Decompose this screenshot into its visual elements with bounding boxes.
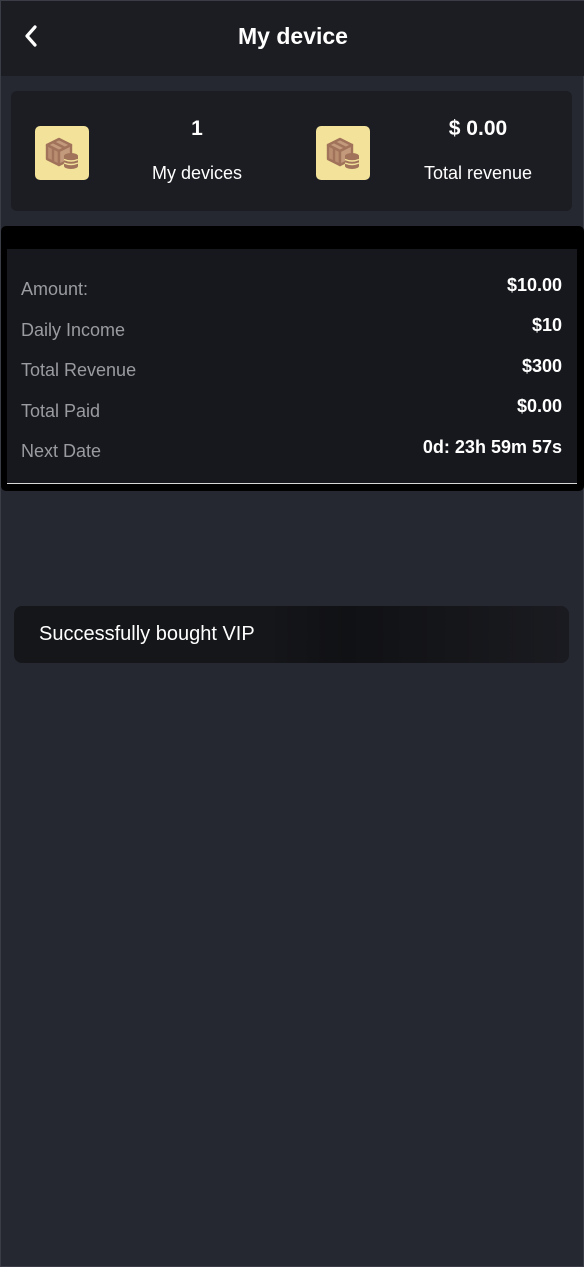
- amount-label: Amount:: [21, 279, 89, 299]
- total-revenue-value: $ 0.00: [448, 117, 508, 140]
- success-toast: Successfully bought VIP: [14, 606, 569, 663]
- page-title: My device: [238, 23, 348, 49]
- daily-income-label: Daily Income: [21, 320, 126, 340]
- top-bar: My device: [1, 1, 584, 76]
- device-detail-list: Amount: $10.00 Daily Income $10 Total Re…: [7, 249, 577, 484]
- total-revenue-row-value: $300: [521, 356, 562, 376]
- next-date-countdown: 0d: 23h 59m 57s: [422, 437, 562, 457]
- total-paid-value: $0.00: [516, 396, 562, 416]
- device-coins-icon: [316, 126, 370, 180]
- next-date-label: Next Date: [21, 441, 102, 461]
- total-revenue-label: Total revenue: [423, 163, 533, 183]
- total-revenue-row-label: Total Revenue: [21, 360, 137, 380]
- my-devices-label: My devices: [151, 163, 243, 183]
- amount-value: $10.00: [506, 275, 562, 295]
- toast-message: Successfully bought VIP: [39, 623, 255, 645]
- device-detail-card: Amount: $10.00 Daily Income $10 Total Re…: [1, 226, 584, 491]
- my-device-page: My device 1 My devices $ 0.00 Total reve…: [0, 0, 584, 1267]
- stats-card: 1 My devices $ 0.00 Total revenue: [11, 91, 572, 211]
- device-coins-icon: [35, 126, 89, 180]
- total-paid-label: Total Paid: [21, 401, 101, 421]
- my-devices-count: 1: [191, 117, 203, 140]
- daily-income-value: $10: [531, 315, 562, 335]
